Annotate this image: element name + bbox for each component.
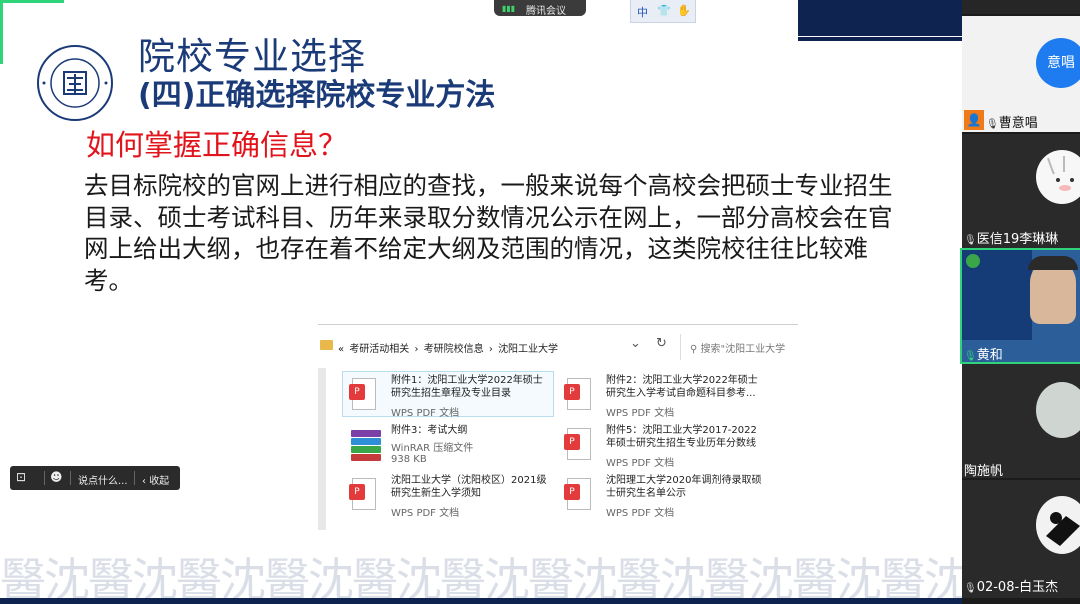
file-name: 附件1：沈阳工业大学2022年硕士研究生招生章程及专业目录 [391, 375, 543, 399]
collapse-button[interactable]: ‹ 收起 [142, 472, 169, 487]
breadcrumb[interactable]: « 考研活动相关 › 考研院校信息 › 沈阳工业大学 [338, 340, 560, 355]
address-bar[interactable]: « 考研活动相关 › 考研院校信息 › 沈阳工业大学 ⌄ ↻ ⚲ 搜索"沈阳工业… [318, 334, 798, 360]
file-type: WPS PDF 文档 [606, 458, 675, 469]
shirt-icon[interactable]: 👕 [657, 4, 671, 17]
participant-name: 🎙曹意唱 [986, 116, 1038, 131]
comment-widget[interactable]: ⊡ ☻ 说点什么... ‹ 收起 [10, 466, 180, 490]
breadcrumb-sep: › [488, 344, 493, 355]
college-logo [37, 45, 113, 121]
comment-input[interactable]: 说点什么... [78, 472, 128, 487]
search-placeholder: 搜索"沈阳工业大学 [700, 344, 786, 355]
comment-divider [44, 471, 45, 485]
search-icon: ⚲ [690, 344, 701, 355]
mic-muted-icon: 🎙 [986, 119, 999, 130]
ime-toolbar[interactable]: 中 👕 ✋ [630, 0, 696, 23]
file-item[interactable]: P 附件2：沈阳工业大学2022年硕士研究生入学考试自命题科目参考... WPS… [558, 372, 768, 419]
slide: 院校专业选择 (四)正确选择院校专业方法 如何掌握正确信息？ 去目标院校的官网上… [0, 0, 962, 604]
slide-footer-line [0, 598, 962, 604]
footer-pattern-text: 醫沈醫沈醫沈醫沈醫沈醫沈醫沈醫沈醫沈醫沈醫沈醫沈醫沈醫沈醫沈醫沈醫沈醫沈 [0, 553, 962, 598]
slide-question: 如何掌握正确信息？ [86, 128, 348, 162]
file-type: WPS PDF 文档 [391, 408, 460, 419]
participant-name: 陶施帆 [964, 464, 1004, 478]
search-input[interactable]: ⚲ 搜索"沈阳工业大学 [690, 340, 785, 355]
slide-body: 去目标院校的官网上进行相应的查找，一般来说每个高校会把硕士专业招生目录、硕士考试… [84, 171, 893, 295]
share-border-corner [0, 0, 3, 64]
file-item[interactable]: 附件3：考试大纲 WinRAR 压缩文件 938 KB [343, 422, 553, 470]
participant-tile[interactable]: 🎙医信19李琳琳 [962, 134, 1080, 248]
collapse-label: 收起 [149, 476, 170, 487]
rar-archive-icon [349, 428, 381, 462]
signal-icon: ▮▮▮ [502, 4, 516, 13]
file-type: WinRAR 压缩文件 [391, 443, 474, 454]
breadcrumb-item[interactable]: 考研院校信息 [424, 344, 484, 355]
participant-tile[interactable]: 🎙02-08-白玉杰 [962, 480, 1080, 598]
file-item[interactable]: P 附件5：沈阳工业大学2017-2022年硕士研究生招生专业历年分数线 WPS… [558, 422, 768, 469]
avatar: 意唱 [1036, 38, 1080, 88]
comment-divider [70, 471, 71, 485]
folder-icon [320, 340, 333, 350]
danmaku-icon[interactable]: ⊡ [16, 470, 26, 484]
person-icon: 👤 [964, 110, 984, 130]
refresh-icon[interactable]: ↻ [656, 336, 667, 351]
slide-header-line [798, 37, 962, 41]
file-name: 沈阳理工大学2020年调剂待录取硕士研究生名单公示 [606, 475, 762, 499]
participant-tile-partial[interactable] [962, 0, 1080, 14]
ime-lang-toggle[interactable]: 中 [637, 4, 648, 20]
file-size: 938 KB [391, 454, 427, 465]
explorer-top-divider [318, 324, 798, 325]
file-item[interactable]: P 附件1：沈阳工业大学2022年硕士研究生招生章程及专业目录 WPS PDF … [342, 371, 554, 419]
file-type: WPS PDF 文档 [606, 408, 675, 419]
avatar [1036, 496, 1080, 554]
participant-name: 🎙黄和 [964, 348, 1003, 362]
emoji-icon[interactable]: ☻ [50, 470, 63, 484]
pdf-file-icon: P [564, 478, 594, 512]
slide-header-bar [798, 0, 962, 36]
pdf-file-icon: P [564, 378, 594, 412]
avatar [1036, 382, 1080, 438]
pdf-file-icon: P [564, 428, 594, 462]
file-item[interactable]: P 沈阳理工大学2020年调剂待录取硕士研究生名单公示 WPS PDF 文档 [558, 472, 768, 519]
participant-tile[interactable]: 陶施帆 [962, 364, 1080, 478]
participant-tile[interactable]: 意唱 👤 🎙曹意唱 [962, 16, 1080, 132]
share-border-corner-top [0, 0, 64, 3]
file-name: 附件3：考试大纲 [391, 425, 468, 436]
file-type: WPS PDF 文档 [606, 508, 675, 519]
breadcrumb-sep: › [414, 344, 419, 355]
nav-pane-scrollbar[interactable] [318, 368, 326, 530]
breadcrumb-item[interactable]: 沈阳工业大学 [498, 344, 558, 355]
file-type: WPS PDF 文档 [391, 508, 460, 519]
file-explorer: « 考研活动相关 › 考研院校信息 › 沈阳工业大学 ⌄ ↻ ⚲ 搜索"沈阳工业… [318, 324, 798, 530]
file-name: 附件5：沈阳工业大学2017-2022年硕士研究生招生专业历年分数线 [606, 425, 757, 449]
participant-name: 🎙02-08-白玉杰 [964, 580, 1059, 595]
file-item[interactable]: P 沈阳工业大学（沈阳校区）2021级研究生新生入学须知 WPS PDF 文档 [343, 472, 553, 519]
chevron-down-icon[interactable]: ⌄ [630, 336, 641, 351]
slide-subtitle: (四)正确选择院校专业方法 [138, 78, 496, 113]
mic-muted-icon: 🎙 [964, 235, 977, 246]
badge-icon [966, 254, 980, 268]
mic-active-icon: 🎙 [964, 351, 977, 362]
participant-tile-speaking[interactable]: 🎙黄和 [960, 248, 1080, 364]
avatar [1036, 150, 1080, 204]
participant-name: 🎙医信19李琳琳 [964, 232, 1059, 247]
pdf-file-icon: P [349, 378, 379, 412]
file-name: 沈阳工业大学（沈阳校区）2021级研究生新生入学须知 [391, 475, 547, 499]
comment-divider [134, 471, 135, 485]
slide-footer-pattern: 醫沈醫沈醫沈醫沈醫沈醫沈醫沈醫沈醫沈醫沈醫沈醫沈醫沈醫沈醫沈醫沈醫沈醫沈 [0, 542, 962, 598]
mic-muted-icon: 🎙 [964, 583, 977, 594]
participant-video-hair [1028, 256, 1078, 270]
hand-icon[interactable]: ✋ [677, 4, 691, 17]
file-name: 附件2：沈阳工业大学2022年硕士研究生入学考试自命题科目参考... [606, 375, 758, 399]
breadcrumb-overflow[interactable]: « [338, 344, 344, 355]
cartoon-rabbit-icon [1047, 156, 1074, 191]
meeting-app-name: 腾讯会议 [526, 6, 566, 17]
meeting-status-pill[interactable]: ▮▮▮ 腾讯会议 [494, 0, 586, 17]
breadcrumb-item[interactable]: 考研活动相关 [349, 344, 409, 355]
address-search-divider [680, 334, 681, 360]
cartoon-figure-icon [1046, 512, 1080, 546]
pdf-file-icon: P [349, 478, 379, 512]
